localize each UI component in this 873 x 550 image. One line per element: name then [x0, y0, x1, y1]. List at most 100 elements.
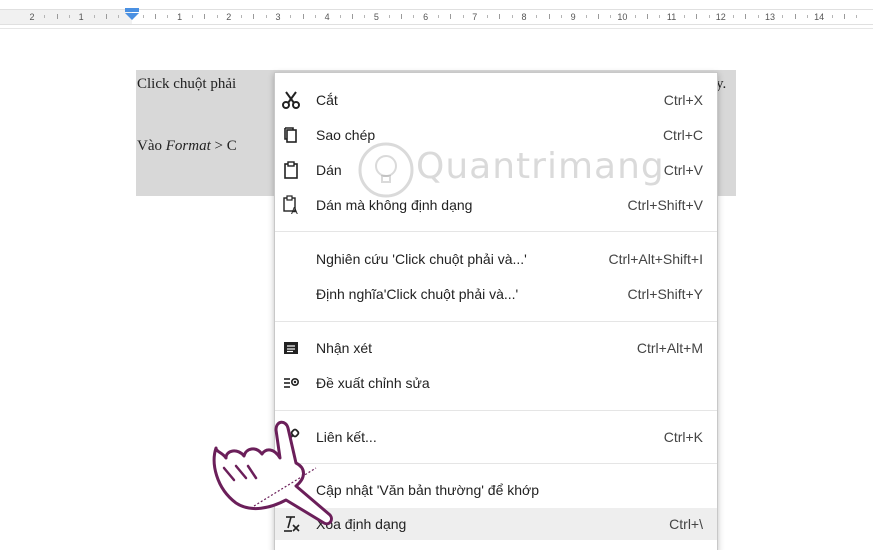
ruler-number: 7	[472, 12, 478, 22]
ruler-tick	[757, 15, 759, 18]
menu-item-label: Đề xuất chỉnh sửa	[316, 375, 430, 391]
ruler-tick	[339, 15, 341, 18]
menu-item-label: Nhận xét	[316, 340, 373, 356]
ruler-tick	[856, 15, 858, 18]
menu-item-label: Dán mà không định dạng	[316, 197, 473, 213]
scissors-icon	[282, 91, 300, 109]
menu-item-label: Cập nhật 'Văn bản thường' để khớp	[316, 482, 540, 498]
ruler-tick	[597, 14, 599, 19]
ruler-tick	[105, 14, 107, 19]
menu-item-define[interactable]: Định nghĩa'Click chuột phải và...' Ctrl+…	[275, 279, 717, 309]
ruler-tick	[536, 15, 538, 18]
ruler-tick	[696, 14, 698, 19]
ruler-tick	[610, 15, 612, 18]
ruler-tick	[806, 15, 808, 18]
ruler-tick	[647, 14, 648, 19]
ruler-tick	[733, 15, 735, 18]
ruler-tick	[302, 14, 304, 19]
ruler-tick	[290, 15, 292, 18]
ruler-tick	[388, 15, 390, 18]
menu-item-paste[interactable]: Dán Ctrl+V	[275, 155, 717, 185]
ruler-number: 4	[324, 12, 330, 22]
document-line-2[interactable]: Vào Format > C	[137, 138, 237, 155]
ruler-tick	[216, 15, 218, 18]
ruler-tick	[548, 14, 550, 19]
ruler-tick	[364, 15, 366, 18]
menu-item-copy[interactable]: Sao chép Ctrl+C	[275, 120, 717, 150]
link-icon	[288, 428, 300, 440]
menu-separator	[275, 410, 717, 411]
docs-editor-page: 2 1 1 2 3 4 5 6 7 8 9 10 11 12 13 14 Click chuột phải y…	[0, 0, 873, 550]
document-line-1-text: Click chuột phải	[137, 76, 237, 92]
suggest-edit-icon	[284, 378, 300, 388]
menu-item-clear-formatting[interactable]: Xóa định dạng Ctrl+\	[275, 508, 717, 540]
ruler-tick	[831, 15, 833, 18]
ruler-tick	[487, 15, 489, 18]
menu-item-suggest-edit[interactable]: Đề xuất chỉnh sửa	[275, 368, 717, 398]
menu-item-shortcut: Ctrl+V	[663, 162, 703, 178]
menu-item-comment[interactable]: Nhận xét Ctrl+Alt+M	[275, 333, 717, 363]
ruler-tick	[745, 14, 747, 19]
ruler-tick	[499, 14, 501, 19]
ruler-tick	[462, 15, 464, 18]
ruler-tick	[413, 15, 415, 18]
document-line-2-suffix: > C	[210, 138, 237, 154]
ruler-number: 11	[666, 12, 677, 22]
menu-item-shortcut: Ctrl+Alt+M	[636, 340, 703, 356]
menu-item-label: Xóa định dạng	[316, 516, 407, 532]
ruler-left-margin	[0, 9, 132, 25]
document-line-1[interactable]: Click chuột phải	[137, 76, 236, 93]
ruler-number: 1	[177, 12, 183, 22]
menu-item-shortcut: Ctrl+K	[663, 429, 703, 445]
ruler-tick	[708, 15, 710, 18]
menu-separator	[275, 321, 717, 322]
ruler-tick	[68, 15, 70, 18]
ruler-tick	[511, 15, 513, 18]
ruler-number: 3	[275, 12, 281, 22]
ruler-tick	[314, 15, 316, 18]
copy-icon	[284, 127, 297, 143]
menu-item-shortcut: Ctrl+C	[662, 127, 703, 143]
ruler-tick	[204, 14, 206, 19]
ruler-tick	[450, 14, 452, 19]
ruler-number: 6	[423, 12, 429, 22]
ruler-number: 14	[814, 12, 825, 22]
menu-item-label: Nghiên cứu 'Click chuột phải và...'	[316, 251, 527, 267]
ruler-tick	[401, 14, 402, 19]
ruler-number: 12	[715, 12, 726, 22]
ruler-tick	[155, 14, 156, 19]
menu-item-label: Dán	[316, 162, 342, 178]
context-menu: Cắt Ctrl+X Sao chép Ctrl+C Dán Ctrl+V A …	[274, 72, 718, 550]
ruler-tick	[560, 15, 562, 18]
ruler-tick	[253, 14, 255, 19]
menu-item-link[interactable]: Liên kết... Ctrl+K	[275, 422, 717, 452]
clear-formatting-icon	[284, 516, 300, 532]
menu-item-cut[interactable]: Cắt Ctrl+X	[275, 85, 717, 115]
menu-item-shortcut: Ctrl+Shift+Y	[627, 286, 703, 302]
menu-separator	[275, 463, 717, 464]
menu-item-label: Cắt	[316, 92, 338, 108]
ruler-tick	[191, 15, 193, 18]
indent-marker-icon[interactable]	[124, 8, 140, 20]
ruler-number: 10	[617, 12, 628, 22]
menu-item-shortcut: Ctrl+Alt+Shift+I	[608, 251, 703, 267]
menu-item-research[interactable]: Nghiên cứu 'Click chuột phải và...' Ctrl…	[275, 244, 717, 274]
ruler-tick	[634, 15, 636, 18]
menu-item-shortcut: Ctrl+X	[663, 92, 703, 108]
document-line-2-prefix: Vào	[137, 138, 166, 154]
paste-plain-icon: A	[283, 195, 298, 215]
ruler-tick	[843, 14, 845, 19]
ruler-tick	[794, 14, 796, 19]
ruler-tick	[265, 15, 267, 18]
ruler-tick	[56, 14, 58, 19]
ruler-number: 13	[764, 12, 776, 22]
horizontal-ruler[interactable]: 2 1 1 2 3 4 5 6 7 8 9 10 11 12 13 14	[0, 0, 873, 29]
ruler-number: 9	[570, 12, 576, 22]
ruler-tick	[351, 14, 353, 19]
menu-item-paste-plain[interactable]: A Dán mà không định dạng Ctrl+Shift+V	[275, 190, 717, 220]
ruler-number: 5	[373, 12, 379, 22]
svg-text:A: A	[291, 206, 298, 215]
menu-item-update-style[interactable]: Cập nhật 'Văn bản thường' để khớp	[275, 475, 717, 505]
ruler-tick	[241, 15, 243, 18]
ruler-tick	[118, 15, 120, 18]
